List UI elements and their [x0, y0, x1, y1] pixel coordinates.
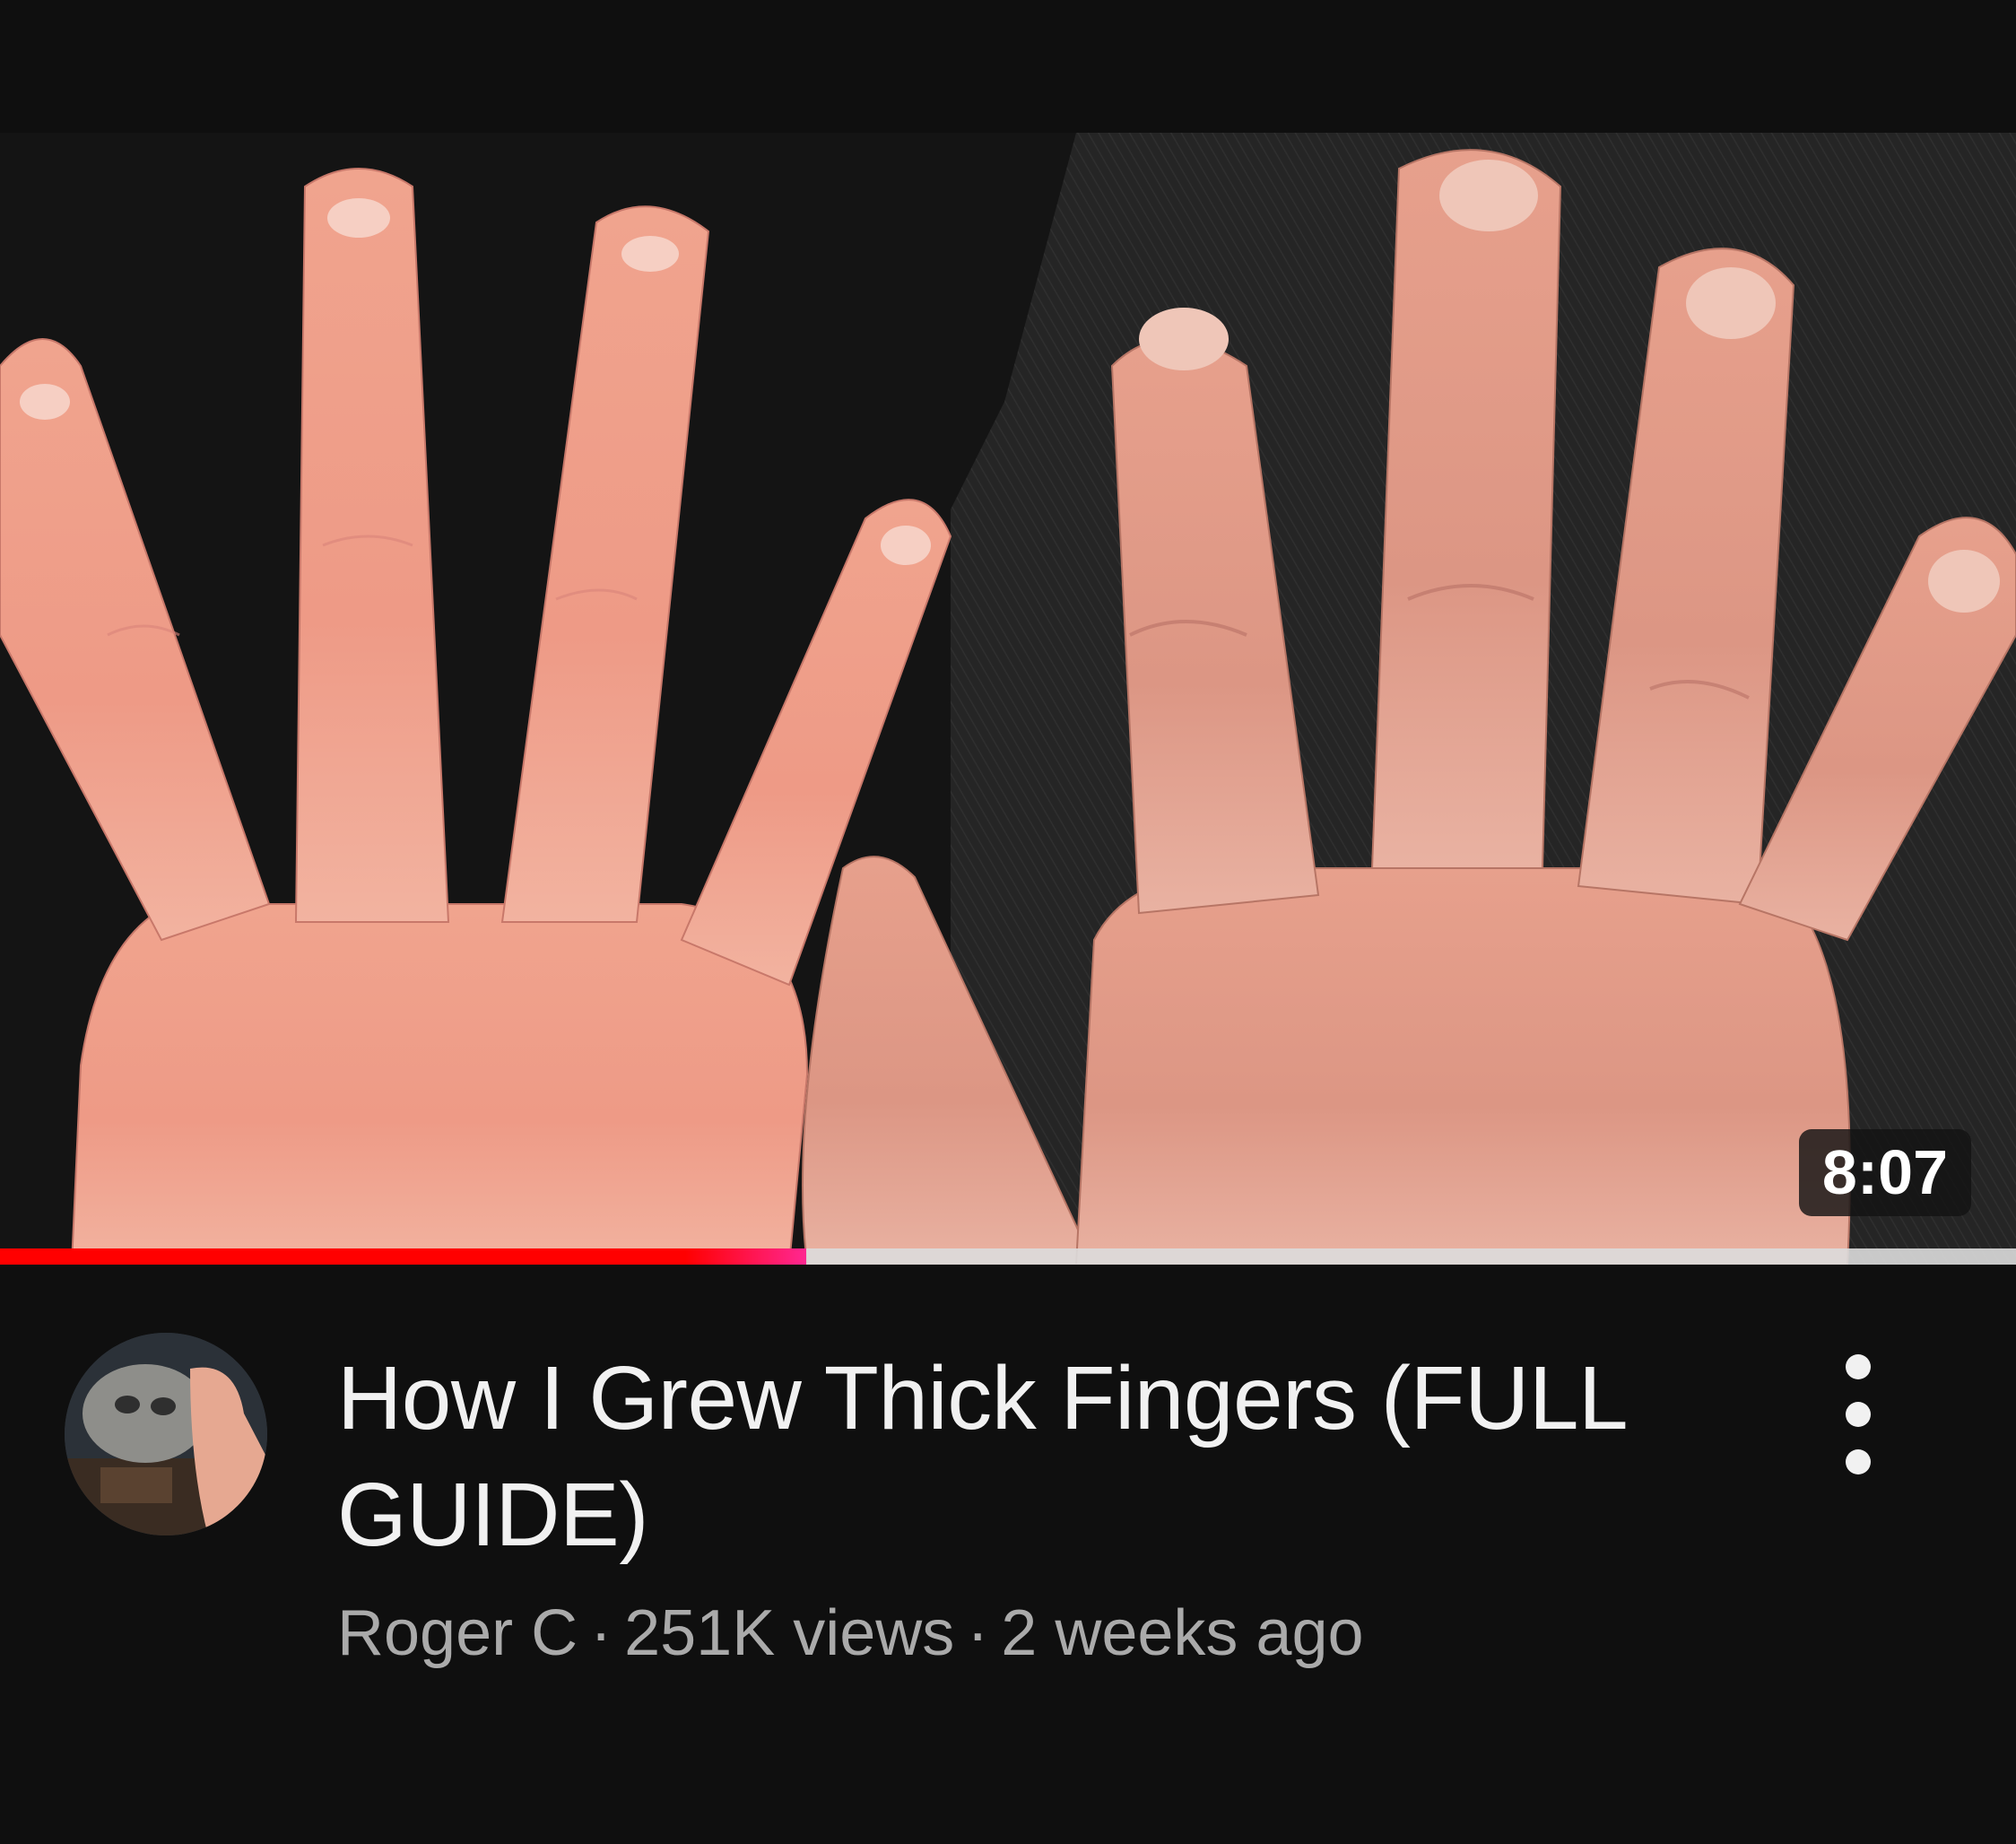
more-options-button[interactable] — [1822, 1347, 1894, 1482]
watch-progress-fill — [0, 1248, 807, 1265]
thumbnail-image — [0, 133, 2016, 1265]
channel-name[interactable]: Roger C — [337, 1597, 578, 1669]
watch-progress-bar — [0, 1248, 2016, 1265]
channel-avatar[interactable] — [65, 1333, 267, 1535]
duration-badge: 8:07 — [1798, 1129, 1971, 1216]
upload-age: 2 weeks ago — [1001, 1597, 1364, 1669]
video-metadata: Roger C · 251K views · 2 weeks ago — [337, 1596, 1364, 1670]
video-thumbnail[interactable]: 8:07 — [0, 133, 2016, 1265]
more-vert-icon — [1846, 1354, 1871, 1474]
video-details: How I Grew Thick Fingers (FULL GUIDE) Ro… — [0, 1265, 2016, 1844]
video-title[interactable]: How I Grew Thick Fingers (FULL GUIDE) — [337, 1340, 1772, 1573]
avatar-image — [65, 1333, 267, 1535]
view-count: 251K views — [624, 1597, 955, 1669]
meta-separator: · — [967, 1597, 989, 1669]
top-bar — [0, 0, 2016, 133]
meta-separator: · — [590, 1597, 613, 1669]
